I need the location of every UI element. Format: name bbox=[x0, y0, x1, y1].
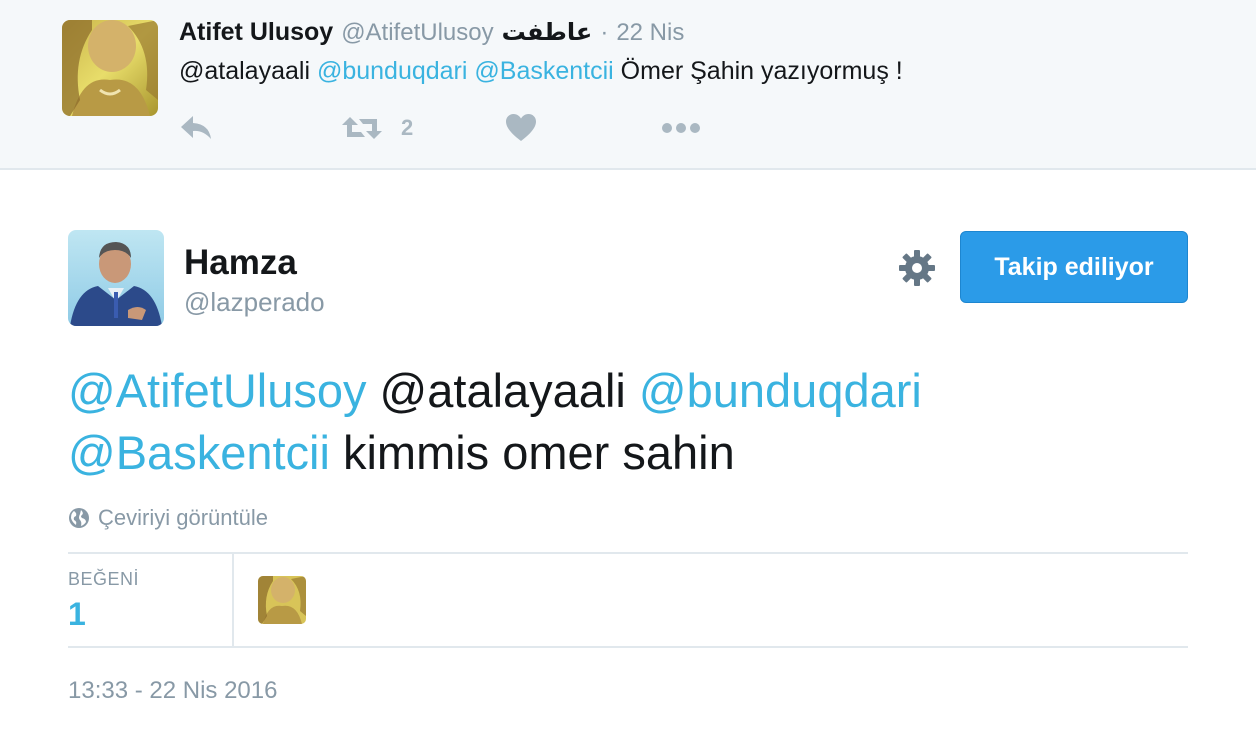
author-name-suffix: عاطفت bbox=[501, 18, 593, 46]
retweet-button[interactable]: 2 bbox=[341, 108, 413, 148]
author-name[interactable]: Hamza bbox=[184, 243, 297, 283]
avatar-image bbox=[62, 20, 158, 116]
gear-icon bbox=[899, 250, 935, 286]
globe-icon bbox=[69, 508, 89, 528]
translate-link[interactable]: Çeviriyi görüntüle bbox=[68, 505, 268, 531]
parent-tweet-header: Atifet Ulusoy @AtifetUlusoy عاطفت · 22 N… bbox=[179, 18, 684, 48]
avatar[interactable] bbox=[62, 20, 158, 116]
tweet-timestamp[interactable]: 13:33 - 22 Nis 2016 bbox=[68, 677, 277, 705]
tweet-text: @atalayaali @bunduqdari @Baskentcii Ömer… bbox=[179, 57, 903, 86]
likes-label[interactable]: BEĞENİ bbox=[68, 569, 139, 590]
likes-count[interactable]: 1 bbox=[68, 596, 86, 633]
tweet-text: @AtifetUlusoy @atalayaali @bunduqdari @Ba… bbox=[68, 360, 1188, 484]
avatar-image bbox=[68, 230, 164, 326]
text-segment: @atalayaali bbox=[366, 364, 639, 417]
author-handle[interactable]: @AtifetUlusoy bbox=[341, 19, 493, 47]
divider bbox=[68, 552, 1188, 554]
heart-icon bbox=[506, 114, 536, 141]
like-button[interactable] bbox=[505, 108, 537, 148]
mention-link[interactable]: @Baskentcii bbox=[474, 57, 613, 85]
mention-link[interactable]: @bunduqdari bbox=[639, 364, 922, 417]
separator-dot: · bbox=[600, 19, 609, 46]
author-handle[interactable]: @lazperado bbox=[184, 287, 325, 318]
stats-separator bbox=[232, 554, 234, 646]
text-segment: @atalayaali bbox=[179, 57, 317, 85]
following-button[interactable]: Takip ediliyor bbox=[960, 231, 1188, 303]
liker-avatar[interactable] bbox=[258, 576, 306, 624]
more-dots-icon bbox=[662, 123, 700, 133]
text-segment: kimmis omer sahin bbox=[329, 426, 735, 479]
mention-link[interactable]: @Baskentcii bbox=[68, 426, 330, 479]
mention-link[interactable]: @AtifetUlusoy bbox=[68, 364, 366, 417]
settings-button[interactable] bbox=[897, 248, 937, 288]
tweet-date[interactable]: 22 Nis bbox=[616, 19, 684, 47]
author-name[interactable]: Atifet Ulusoy bbox=[179, 18, 333, 47]
translate-label: Çeviriyi görüntüle bbox=[98, 505, 268, 530]
avatar-image bbox=[258, 576, 306, 624]
mention-link[interactable]: @bunduqdari bbox=[317, 57, 468, 85]
retweet-count: 2 bbox=[401, 115, 414, 140]
text-segment: Ömer Şahin yazıyormuş ! bbox=[613, 57, 903, 85]
reply-icon bbox=[181, 116, 211, 139]
reply-button[interactable] bbox=[179, 108, 213, 148]
avatar[interactable] bbox=[68, 230, 164, 326]
retweet-icon bbox=[342, 117, 382, 139]
more-button[interactable] bbox=[661, 108, 701, 148]
parent-tweet[interactable]: Atifet Ulusoy @AtifetUlusoy عاطفت · 22 N… bbox=[0, 0, 1256, 170]
divider bbox=[68, 646, 1188, 648]
